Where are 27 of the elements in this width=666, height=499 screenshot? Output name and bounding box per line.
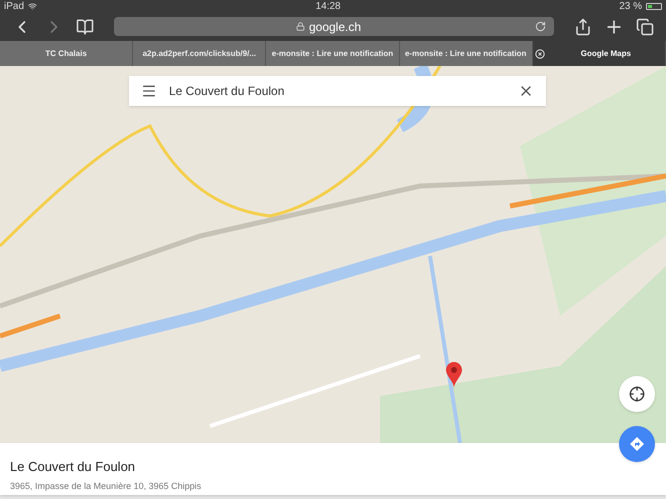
wifi-icon — [28, 2, 38, 11]
place-name: Le Couvert du Foulon — [10, 458, 136, 476]
map-pin-icon — [446, 362, 462, 388]
bookmarks-icon[interactable] — [76, 18, 94, 36]
share-icon[interactable] — [574, 18, 592, 36]
reload-icon[interactable] — [535, 21, 546, 32]
directions-icon — [630, 437, 644, 451]
lock-icon — [296, 22, 305, 31]
clock-time: 14:28 — [316, 0, 341, 14]
battery-percent: 23 % — [619, 0, 642, 14]
url-text: google.ch — [308, 18, 362, 36]
close-tab-icon[interactable] — [534, 48, 545, 58]
browser-tab[interactable]: e-monsite : Lire une notification — [400, 41, 533, 66]
place-address: 3965, Impasse de la Meunière 10, 3965 Chippis — [10, 480, 202, 493]
address-bar[interactable]: google.ch — [114, 17, 554, 36]
browser-tab[interactable]: Google Maps — [532, 41, 666, 66]
browser-tab[interactable]: TC Chalais — [0, 41, 134, 66]
tabs-icon[interactable] — [636, 18, 654, 36]
directions-button[interactable] — [619, 426, 655, 462]
browser-tab[interactable]: a2p.ad2perf.com/clicksub/9/... — [133, 41, 266, 66]
device-name: iPad — [4, 0, 24, 14]
browser-tab[interactable]: e-monsite : Lire une notification — [266, 41, 400, 66]
search-value: Le Couvert du Foulon — [169, 83, 286, 100]
menu-icon[interactable] — [141, 83, 157, 99]
my-location-icon — [629, 386, 645, 402]
battery-icon — [646, 3, 662, 10]
search-box[interactable]: Le Couvert du Foulon — [129, 76, 546, 106]
